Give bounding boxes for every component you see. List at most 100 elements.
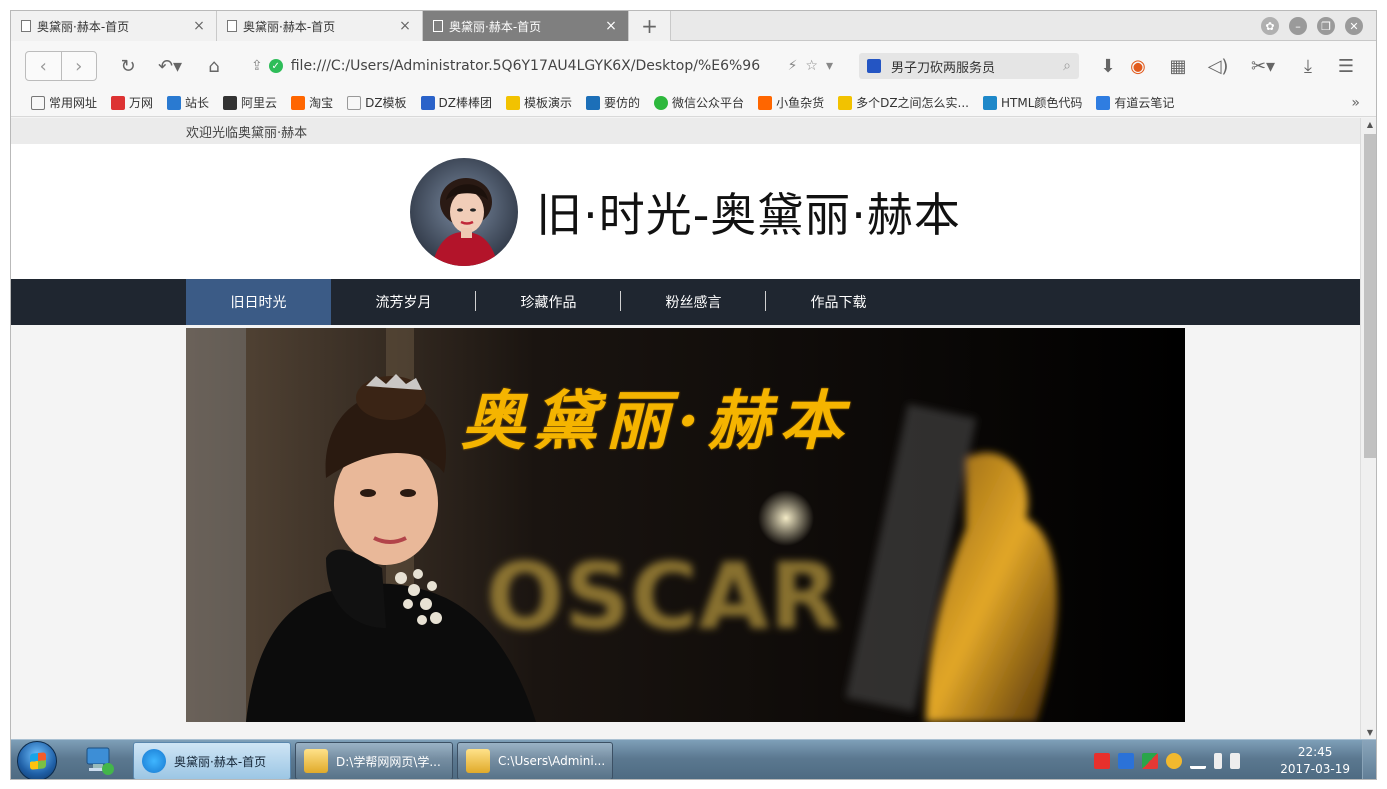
tab-1[interactable]: 奥黛丽·赫本-首页 ×: [11, 11, 217, 41]
html-color-icon: [982, 95, 997, 110]
back-forward-group: ‹ ›: [25, 51, 97, 81]
search-engine-icon[interactable]: [867, 59, 881, 73]
download-shield-icon[interactable]: ⬇: [1095, 53, 1121, 79]
bookmarks-bar: 常用网址 万网 站长 阿里云 淘宝 DZ模板 DZ棒棒团 模板演示 要仿的 微信…: [11, 89, 1376, 117]
security-shield-icon[interactable]: [1118, 753, 1134, 769]
browser-window: 奥黛丽·赫本-首页 × 奥黛丽·赫本-首页 × 奥黛丽·赫本-首页 × + ✿ …: [10, 10, 1377, 780]
search-input[interactable]: 男子刀砍两服务员: [891, 57, 1063, 76]
new-tab-button[interactable]: +: [629, 11, 671, 41]
speed-icon: ⇪: [251, 58, 263, 74]
screenshot-icon[interactable]: ✂▾: [1245, 53, 1281, 79]
nav-item-old-times[interactable]: 旧日时光: [186, 279, 331, 325]
trophy-icon: [506, 95, 521, 110]
svg-text:OSCAR: OSCAR: [486, 543, 840, 650]
bookmark-icon: [586, 95, 601, 110]
download-icon[interactable]: ⤓: [1295, 53, 1321, 79]
close-icon[interactable]: ×: [602, 18, 620, 34]
bookmark-item[interactable]: 微信公众平台: [654, 94, 744, 111]
close-window-button[interactable]: ✕: [1345, 17, 1363, 35]
forward-icon[interactable]: ›: [62, 52, 97, 80]
refresh-icon[interactable]: ↻: [115, 53, 141, 79]
welcome-bar: 欢迎光临奥黛丽·赫本: [11, 118, 1360, 144]
search-box[interactable]: 男子刀砍两服务员 ⌕: [859, 53, 1079, 79]
close-icon[interactable]: ×: [396, 18, 414, 34]
folder-icon: [31, 95, 45, 110]
bookmark-item[interactable]: 要仿的: [586, 94, 640, 111]
sogou-icon[interactable]: [1094, 753, 1110, 769]
page-icon: [21, 20, 31, 32]
bookmark-item[interactable]: 常用网址: [31, 94, 97, 111]
page-icon: [433, 20, 443, 32]
bookmark-item[interactable]: 万网: [111, 94, 153, 111]
taskbar-button-folder-d[interactable]: D:\学帮网网页\学...: [295, 742, 453, 779]
menu-icon[interactable]: ☰: [1333, 53, 1359, 79]
bookmark-item[interactable]: DZ模板: [347, 94, 407, 111]
back-icon[interactable]: ‹: [26, 52, 62, 80]
zhanzhang-icon: [167, 95, 182, 110]
skin-icon[interactable]: ✿: [1261, 17, 1279, 35]
bookmark-item[interactable]: 淘宝: [291, 94, 333, 111]
restore-button[interactable]: ❐: [1317, 17, 1335, 35]
page-viewport: 欢迎光临奥黛丽·赫本 旧·时光-奥黛丽·赫本 旧日时光 流芳岁月 珍藏作品 粉丝…: [11, 118, 1360, 739]
power-icon[interactable]: [1230, 753, 1240, 769]
minimize-button[interactable]: –: [1289, 17, 1307, 35]
page-title: 旧·时光-奥黛丽·赫本: [536, 187, 961, 242]
volume-icon[interactable]: [1214, 753, 1222, 769]
url-text[interactable]: file:///C:/Users/Administrator.5Q6Y17AU4…: [291, 58, 788, 74]
nav-item-fans[interactable]: 粉丝感言: [621, 279, 766, 325]
bookmark-item[interactable]: HTML颜色代码: [982, 94, 1082, 111]
close-icon[interactable]: ×: [190, 18, 208, 34]
nav-item-years[interactable]: 流芳岁月: [331, 279, 476, 325]
network-computer-icon[interactable]: [83, 744, 117, 778]
more-bookmarks-icon[interactable]: »: [1351, 95, 1360, 111]
taobao-icon: [291, 95, 306, 110]
tab-2[interactable]: 奥黛丽·赫本-首页 ×: [217, 11, 423, 41]
vertical-scrollbar[interactable]: ▲ ▼: [1360, 118, 1376, 739]
scroll-up-icon[interactable]: ▲: [1361, 120, 1376, 129]
app-tray-icon[interactable]: [1142, 753, 1158, 769]
tab-strip: 奥黛丽·赫本-首页 × 奥黛丽·赫本-首页 × 奥黛丽·赫本-首页 × + ✿ …: [11, 11, 1376, 41]
bookmark-item[interactable]: 多个DZ之间怎么实...: [838, 94, 969, 111]
home-icon[interactable]: ⌂: [201, 53, 227, 79]
navigation-bar: ‹ › ↻ ↶▾ ⌂ ⇪ ✓ file:///C:/Users/Administ…: [11, 41, 1376, 89]
tab-3-active[interactable]: 奥黛丽·赫本-首页 ×: [423, 11, 629, 41]
qq-icon[interactable]: [1166, 753, 1182, 769]
taobao-icon: [758, 95, 773, 110]
sound-icon[interactable]: ◁): [1205, 53, 1231, 79]
dz-icon: [420, 95, 435, 110]
start-button[interactable]: [17, 741, 57, 779]
youdao-icon: [1096, 95, 1111, 110]
search-icon[interactable]: ⌕: [1063, 58, 1071, 74]
welcome-text: 欢迎光临奥黛丽·赫本: [186, 125, 308, 141]
browser-icon: [142, 749, 166, 773]
banner-headline: 奥黛丽·赫本: [461, 384, 852, 459]
shield-icon: ✓: [268, 59, 283, 73]
bookmark-item[interactable]: 阿里云: [223, 94, 277, 111]
clock-date: 2017-03-19: [1280, 762, 1350, 776]
bookmark-item[interactable]: 小鱼杂货: [758, 94, 824, 111]
taskbar-button-browser[interactable]: 奥黛丽·赫本-首页: [133, 742, 291, 779]
scrollbar-thumb[interactable]: [1364, 134, 1376, 458]
bookmark-item[interactable]: 站长: [167, 94, 209, 111]
undo-icon[interactable]: ↶▾: [153, 53, 187, 79]
address-tools-icon[interactable]: ⚡☆▾: [788, 58, 841, 74]
apps-icon[interactable]: ▦: [1165, 53, 1191, 79]
signal-icon[interactable]: [1190, 753, 1206, 769]
main-nav: 旧日时光 流芳岁月 珍藏作品 粉丝感言 作品下载: [11, 279, 1360, 325]
address-bar[interactable]: ⇪ ✓ file:///C:/Users/Administrator.5Q6Y1…: [251, 53, 841, 79]
avatar: [410, 157, 519, 266]
clock[interactable]: 22:45 2017-03-19: [1280, 744, 1350, 778]
page-icon: [347, 95, 362, 110]
bookmark-item[interactable]: DZ棒棒团: [420, 94, 492, 111]
nav-item-download[interactable]: 作品下载: [766, 279, 911, 325]
show-desktop-button[interactable]: [1362, 740, 1376, 779]
weibo-icon[interactable]: ◉: [1125, 53, 1151, 79]
aliyun-icon: [223, 95, 238, 110]
taskbar-button-folder-c[interactable]: C:\Users\Admini...: [457, 742, 613, 779]
bookmark-item[interactable]: 有道云笔记: [1096, 94, 1174, 111]
folder-icon: [466, 749, 490, 773]
nav-item-works[interactable]: 珍藏作品: [476, 279, 621, 325]
scroll-down-icon[interactable]: ▼: [1361, 728, 1376, 737]
folder-icon: [304, 749, 328, 773]
bookmark-item[interactable]: 模板演示: [506, 94, 572, 111]
